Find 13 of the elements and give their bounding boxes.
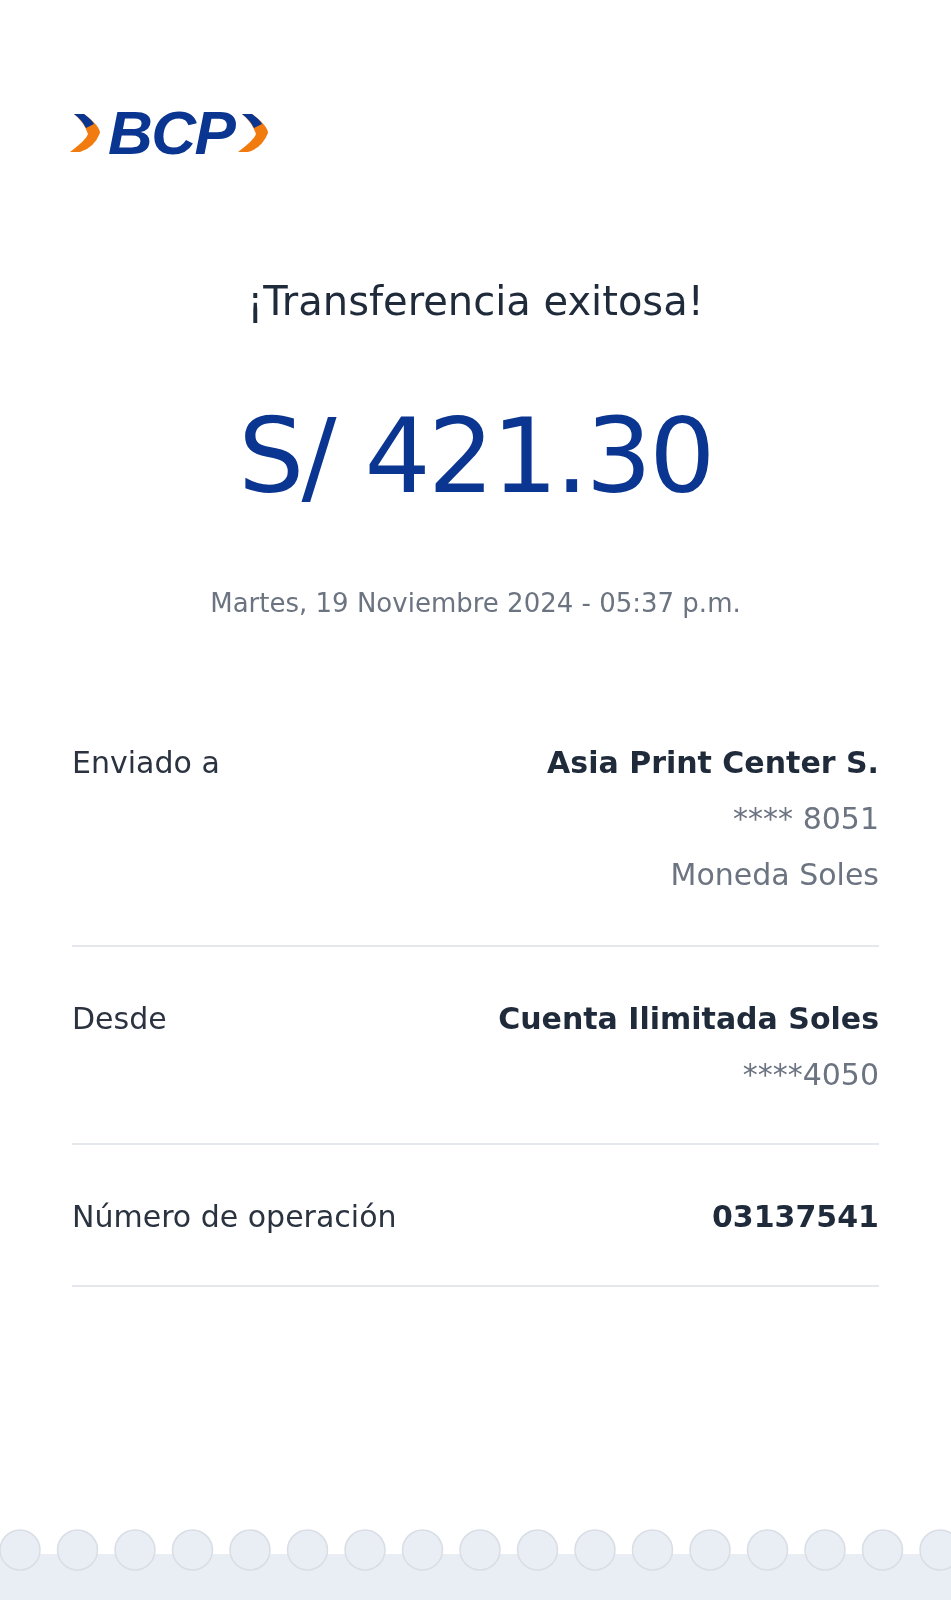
detail-label: Enviado a <box>72 744 220 782</box>
detail-value: Cuenta Ilimitada Soles <box>498 1000 879 1038</box>
detail-label: Número de operación <box>72 1198 397 1236</box>
detail-value: 03137541 <box>712 1198 879 1236</box>
detail-value: **** 8051 <box>733 800 879 838</box>
amount: S/ 421.30 <box>238 404 713 508</box>
success-title: ¡Transferencia exitosa! <box>247 277 704 326</box>
detail-value: ****4050 <box>742 1056 879 1094</box>
date-time: Martes, 19 Noviembre 2024 - 05:37 p.m. <box>210 587 741 620</box>
detail-label: Desde <box>72 1000 167 1038</box>
detail-value: Asia Print Center S. <box>547 744 879 782</box>
logo-text: BCP <box>108 102 235 164</box>
detail-value: Moneda Soles <box>670 856 879 894</box>
